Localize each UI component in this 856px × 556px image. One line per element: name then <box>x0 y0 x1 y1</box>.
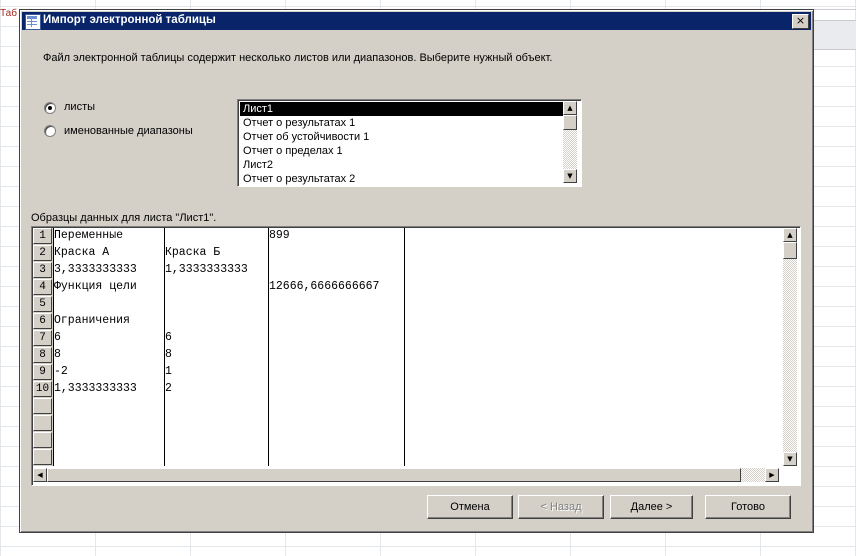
radio-sheets[interactable] <box>44 102 56 114</box>
table-cell: 1 <box>165 365 172 378</box>
table-cell: Переменные <box>54 229 124 242</box>
cancel-button[interactable]: Отмена <box>427 495 513 519</box>
row-number: 7 <box>33 330 52 346</box>
row-number <box>33 415 52 431</box>
scroll-down-icon[interactable]: ▼ <box>563 169 577 183</box>
close-icon: × <box>795 14 806 27</box>
row-number <box>33 449 52 465</box>
row-number: 6 <box>33 313 52 329</box>
table-cell: 899 <box>269 229 290 242</box>
preview-vertical-scrollbar[interactable]: ▲ ▼ <box>783 228 797 466</box>
scroll-up-icon[interactable]: ▲ <box>563 101 577 115</box>
scroll-thumb[interactable] <box>783 242 797 259</box>
scroll-down-icon[interactable]: ▼ <box>783 452 797 466</box>
row-number: 4 <box>33 279 52 295</box>
scroll-thumb[interactable] <box>563 115 577 130</box>
table-cell: 8 <box>165 348 172 361</box>
row-number <box>33 432 52 448</box>
table-cell: 6 <box>165 331 172 344</box>
finish-button[interactable]: Готово <box>705 495 791 519</box>
list-item[interactable]: Лист1 <box>240 102 565 116</box>
object-list-scrollbar[interactable]: ▲ ▼ <box>563 101 577 183</box>
list-item[interactable]: Отчет о пределах 1 <box>240 144 565 158</box>
radio-sheets-label[interactable]: листы <box>64 101 95 113</box>
scroll-up-icon[interactable]: ▲ <box>783 228 797 242</box>
table-cell: 8 <box>54 348 61 361</box>
data-preview[interactable]: 1 2 3 4 5 6 7 8 9 10 Переменные 899 Крас… <box>31 226 801 486</box>
preview-horizontal-scrollbar[interactable]: ◀ ▶ <box>33 468 779 482</box>
list-item[interactable]: Отчет о результатах 1 <box>240 116 565 130</box>
import-spreadsheet-dialog: Импорт электронной таблицы × Файл электр… <box>19 9 814 533</box>
row-number: 1 <box>33 228 52 244</box>
list-item[interactable]: Отчет об устойчивости 1 <box>240 130 565 144</box>
list-item[interactable]: Отчет о результатах 2 <box>240 172 565 186</box>
row-number: 5 <box>33 296 52 312</box>
column-divider <box>404 228 405 466</box>
table-cell: 6 <box>54 331 61 344</box>
table-cell: 12666,6666666667 <box>269 280 380 293</box>
row-number <box>33 398 52 414</box>
next-button[interactable]: Далее > <box>610 495 693 519</box>
table-cell: 1,3333333333 <box>165 263 248 276</box>
table-cell: 3,3333333333 <box>54 263 137 276</box>
back-button[interactable]: < Назад <box>518 495 604 519</box>
table-cell: -2 <box>54 365 68 378</box>
row-number: 9 <box>33 364 52 380</box>
table-icon <box>25 14 41 30</box>
row-number-column: 1 2 3 4 5 6 7 8 9 10 <box>33 228 53 466</box>
scroll-thumb[interactable] <box>47 468 741 482</box>
radio-named-ranges-label[interactable]: именованные диапазоны <box>64 125 193 137</box>
table-cell: 1,3333333333 <box>54 382 137 395</box>
table-cell: Ограничения <box>54 314 130 327</box>
radio-named-ranges[interactable] <box>44 125 56 137</box>
table-cell: 2 <box>165 382 172 395</box>
intro-text: Файл электронной таблицы содержит нескол… <box>43 52 553 64</box>
table-cell: Функция цели <box>54 280 137 293</box>
table-cell: Краска Б <box>165 246 221 259</box>
row-number: 10 <box>33 381 52 397</box>
scroll-right-icon[interactable]: ▶ <box>765 468 779 482</box>
row-number: 2 <box>33 245 52 261</box>
close-button[interactable]: × <box>792 14 809 29</box>
row-number: 3 <box>33 262 52 278</box>
list-item[interactable]: Лист2 <box>240 158 565 172</box>
title-bar[interactable]: Импорт электронной таблицы × <box>22 12 811 30</box>
dialog-title: Импорт электронной таблицы <box>43 14 216 26</box>
table-cell: Краска А <box>54 246 110 259</box>
column-divider <box>268 228 269 466</box>
background-ribbon <box>812 20 856 50</box>
preview-caption: Образцы данных для листа "Лист1". <box>31 212 217 224</box>
scroll-left-icon[interactable]: ◀ <box>33 468 47 482</box>
object-listbox[interactable]: Лист1 Отчет о результатах 1 Отчет об уст… <box>237 99 582 187</box>
row-number: 8 <box>33 347 52 363</box>
